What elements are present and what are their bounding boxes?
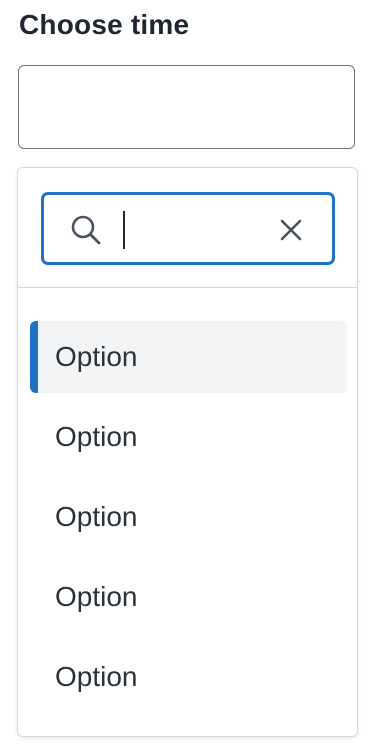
list-item[interactable]: Option [30, 481, 347, 553]
close-icon[interactable] [276, 215, 306, 245]
search-icon [71, 215, 101, 245]
list-item[interactable]: Option [30, 401, 347, 473]
option-list: Option Option Option Option Option [30, 321, 347, 721]
divider [18, 287, 357, 288]
list-item[interactable]: Option [30, 641, 347, 713]
list-item[interactable]: Option [30, 321, 347, 393]
list-item[interactable]: Option [30, 561, 347, 633]
text-caret [123, 211, 125, 249]
search-box[interactable] [41, 192, 335, 265]
field-label: Choose time [19, 9, 190, 40]
search-input[interactable] [122, 207, 272, 251]
time-select-trigger[interactable] [18, 65, 355, 149]
dropdown-panel: Option Option Option Option Option [17, 167, 358, 737]
